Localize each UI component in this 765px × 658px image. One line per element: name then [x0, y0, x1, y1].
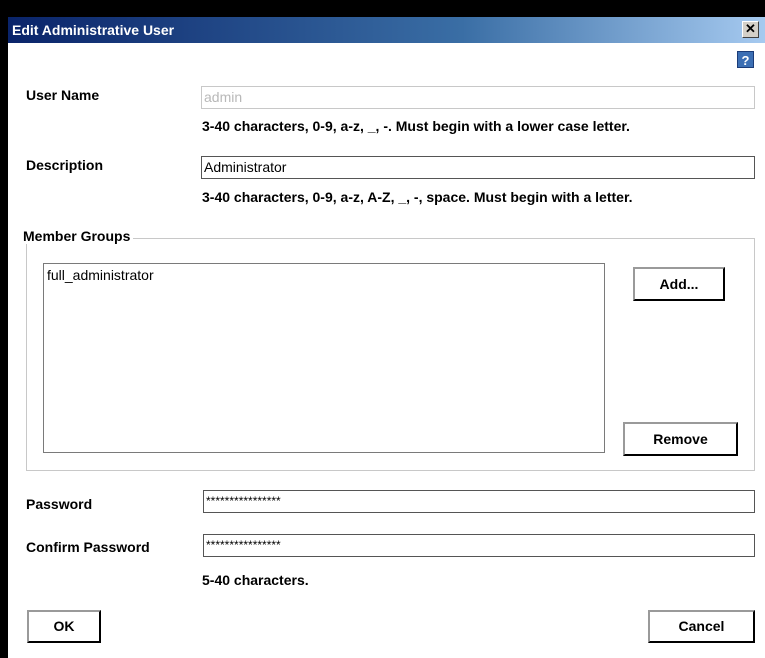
close-icon[interactable]: ✕: [742, 21, 759, 38]
user-name-hint: 3-40 characters, 0-9, a-z, _, -. Must be…: [202, 118, 630, 134]
user-name-field[interactable]: admin: [201, 86, 755, 109]
password-hint: 5-40 characters.: [202, 572, 309, 588]
member-groups-list[interactable]: full_administrator: [43, 263, 605, 453]
title-bar[interactable]: Edit Administrative User ✕: [8, 17, 765, 43]
password-field[interactable]: ****************: [203, 490, 755, 513]
description-label: Description: [26, 157, 104, 173]
confirm-password-label: Confirm Password: [26, 539, 150, 555]
remove-group-button[interactable]: Remove: [622, 421, 739, 457]
user-name-label: User Name: [26, 87, 100, 103]
list-item[interactable]: full_administrator: [44, 264, 604, 286]
description-field[interactable]: Administrator: [201, 156, 755, 179]
description-hint: 3-40 characters, 0-9, a-z, A-Z, _, -, sp…: [202, 189, 633, 205]
help-icon[interactable]: ?: [737, 51, 754, 68]
confirm-password-field[interactable]: ****************: [203, 534, 755, 557]
edit-user-dialog: Edit Administrative User ✕ ? User Name a…: [6, 17, 765, 658]
dialog-title: Edit Administrative User: [12, 22, 175, 38]
password-label: Password: [26, 496, 93, 512]
member-groups-legend: Member Groups: [20, 228, 134, 244]
add-group-button[interactable]: Add...: [632, 266, 726, 302]
ok-button[interactable]: OK: [26, 609, 102, 644]
cancel-button[interactable]: Cancel: [647, 609, 756, 644]
